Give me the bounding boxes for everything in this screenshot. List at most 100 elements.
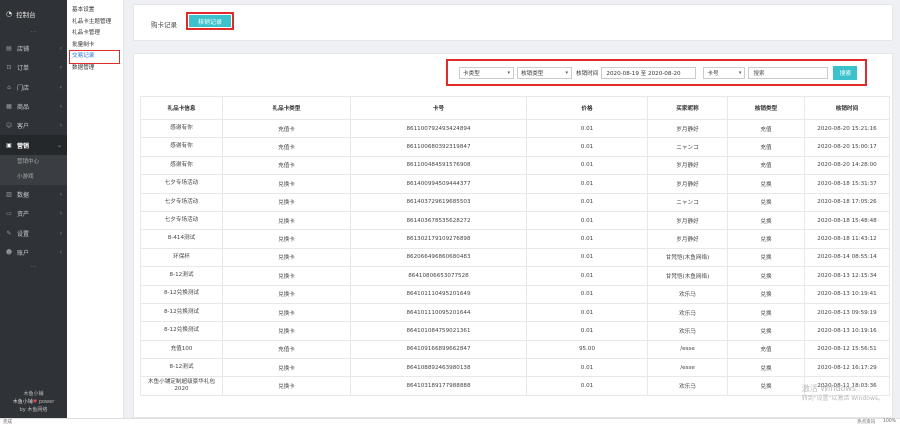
cell-card-no: 864108892463980138 — [350, 358, 527, 378]
cell-buyer: /esse — [647, 339, 728, 360]
cell-price: 0.01 — [526, 321, 648, 341]
chevron-left-icon: ‹ — [59, 45, 62, 53]
submenu-item-batch-make[interactable]: 批量制卡 — [67, 40, 123, 52]
sidebar-item-label: 客户 — [17, 123, 30, 131]
submenu-item-card-manage[interactable]: 礼品卡管理 — [67, 28, 123, 40]
cell-card-no: 861400994509444377 — [350, 174, 527, 194]
footer-power-line: 木鱼小铺♥ power — [0, 398, 67, 406]
cell-card-no: 864101110095201644 — [350, 302, 527, 323]
cell-card-type: 充值卡 — [222, 118, 351, 139]
card-type-select[interactable]: 卡类型 ▾ — [459, 66, 514, 79]
field-select[interactable]: 卡号 ▾ — [703, 66, 746, 79]
sidebar-item-assets[interactable]: ▭ 资产 ‹ — [0, 204, 67, 223]
cell-card-no: 862066496860680483 — [350, 247, 527, 268]
submenu-item-basic-settings[interactable]: 基本设置 — [67, 5, 123, 17]
cell-card-info: 感谢有你 — [140, 137, 223, 157]
col-header-buyer: 买家昵称 — [647, 96, 728, 120]
records-table: 礼品卡信息 礼品卡类型 卡号 价格 买家昵称 核销类型 核销时间 感谢有你 充值卡… — [140, 96, 890, 396]
cell-verify-time: 2020-08-20 14:28:00 — [804, 155, 890, 176]
sidebar-header[interactable]: ◔ 控制台 — [0, 0, 67, 27]
verify-type-select[interactable]: 核销类型 ▾ — [517, 66, 572, 79]
table-row: 8-12测试 兑换卡 864108892463980138 0.01/esse 兑换 20… — [140, 358, 890, 378]
chevron-left-icon: ‹ — [59, 122, 62, 130]
sidebar-item-orders[interactable]: ⊡ 订单 ‹ — [0, 58, 67, 77]
asset-icon: ▭ — [6, 210, 12, 218]
cell-card-type: 充值卡 — [222, 339, 351, 360]
sidebar-item-data[interactable]: ▥ 数据 ‹ — [0, 185, 67, 204]
sidebar-item-goods[interactable]: ▦ 商品 ‹ — [0, 97, 67, 116]
cart-icon: ⊡ — [6, 64, 12, 72]
cell-verify-type: 充值 — [727, 155, 805, 176]
sidebar-subitem-marketing-center[interactable]: 营销中心 — [0, 154, 67, 170]
cell-verify-time: 2020-08-13 10:19:16 — [804, 321, 890, 341]
tab-verify-records[interactable]: 核销记录 — [186, 12, 234, 30]
cell-buyer: 甘梵恺(木鱼网络) — [647, 266, 728, 286]
sidebar-item-label: 资产 — [17, 211, 30, 219]
cell-verify-type: 兑换 — [727, 266, 805, 286]
sidebar-subitem-mini-games[interactable]: 小游戏 — [0, 169, 67, 185]
date-range-input[interactable]: 2020-08-19 至 2020-08-20 — [601, 66, 697, 79]
sidebar-item-customers[interactable]: ☺ 客户 ‹ — [0, 116, 67, 135]
cell-verify-type: 兑换 — [727, 229, 805, 249]
cell-price: 0.01 — [526, 229, 648, 249]
status-text: 完成 — [3, 420, 12, 425]
cell-card-type: 兑换卡 — [222, 376, 351, 396]
sidebar-item-account[interactable]: ☻ 账户 ‹ — [0, 243, 67, 262]
status-zoom[interactable]: 100% — [883, 419, 896, 425]
search-button[interactable]: 搜索 — [833, 65, 858, 80]
windows-activation-watermark: 激活 Windows 转到"设置"以激活 Windows。 — [802, 384, 884, 404]
cell-buyer: 甘梵恺(木鱼网络) — [647, 247, 728, 268]
cell-verify-time: 2020-08-14 08:55:14 — [804, 247, 890, 268]
store-icon: ▤ — [6, 45, 12, 53]
cell-verify-type: 兑换 — [727, 358, 805, 378]
table-row: 七夕专场活动 兑换卡 861403678535628272 0.01 岁月静好 兑换 202… — [140, 210, 890, 231]
sidebar-header-label: 控制台 — [16, 10, 36, 19]
cell-card-info: 8-12兑换测试 — [140, 302, 223, 323]
sidebar-item-marketing[interactable]: ▣ 营销 ⌄ — [0, 135, 67, 155]
submenu-item-transactions[interactable]: 交易记录 — [69, 50, 120, 64]
cell-card-info: 8-12测试 — [140, 358, 223, 378]
status-news[interactable]: 热点资讯 — [857, 419, 875, 425]
cell-card-type: 充值卡 — [222, 155, 351, 176]
cell-buyer: 岁月静好 — [647, 210, 728, 231]
cell-verify-type: 充值 — [727, 118, 805, 139]
table-row: 七夕专场活动 兑换卡 861403729619685503 0.01 ニャンコ 兑换 202… — [140, 192, 890, 212]
chevron-left-icon: ‹ — [59, 229, 62, 237]
cell-card-info: 环保杯 — [140, 247, 223, 268]
caret-down-icon: ▾ — [565, 69, 568, 76]
cell-verify-type: 兑换 — [727, 376, 805, 396]
sidebar-item-label: 设置 — [17, 230, 30, 238]
sidebar-item-store[interactable]: ▤ 店铺 ‹ — [0, 39, 67, 58]
tab-purchase-records[interactable]: 购卡记录 — [151, 19, 177, 29]
cell-verify-type: 兑换 — [727, 284, 805, 304]
col-header-verify-time: 核销时间 — [804, 96, 890, 120]
tabs-card: 购卡记录 核销记录 — [133, 4, 893, 41]
table-row: 充值100 充值卡 864109166899662847 95.00/esse 充值 20… — [140, 339, 890, 360]
cell-buyer: 岁月静好 — [647, 174, 728, 194]
main-sidebar: ◔ 控制台 ··· ▤ 店铺 ‹ ⊡ 订单 ‹ ⌂ 门店 ‹ ▦ 商品 ‹ ☺ … — [0, 0, 67, 418]
cell-verify-time: 2020-08-18 11:43:12 — [804, 229, 890, 249]
cell-verify-type: 兑换 — [727, 247, 805, 268]
user-icon: ☺ — [5, 122, 13, 130]
cell-card-no: 861100484591576908 — [350, 155, 527, 176]
table-row: 感谢有你 充值卡 861100484591576908 0.01 岁月静好 充值 2020-… — [140, 155, 890, 176]
cell-buyer: 岁月静好 — [647, 155, 728, 176]
sidebar-item-settings[interactable]: ✎ 设置 ‹ — [0, 223, 67, 242]
cell-card-no: 864109166899662847 — [350, 339, 527, 360]
cell-verify-time: 2020-08-12 15:56:51 — [804, 339, 890, 360]
table-row: 8-414测试 兑换卡 861302179109276898 0.01 岁月静好 兑换 20… — [140, 229, 890, 249]
chevron-left-icon: ‹ — [59, 64, 62, 72]
search-input[interactable]: 搜索 — [748, 66, 829, 79]
cell-verify-type: 兑换 — [727, 321, 805, 341]
cell-card-info: 木鱼小铺定制超级豪华礼包2020 — [140, 376, 223, 396]
table-header-row: 礼品卡信息 礼品卡类型 卡号 价格 买家昵称 核销类型 核销时间 — [140, 96, 890, 120]
dashboard-icon: ◔ — [6, 9, 13, 18]
cell-buyer: ニャンコ — [647, 137, 728, 157]
cell-card-type: 充值卡 — [222, 137, 351, 157]
submenu-item-theme-manage[interactable]: 礼品卡主题管理 — [67, 17, 123, 29]
table-row: 8-12兑换测试 兑换卡 864101084759021361 0.01 欢乐马 兑换 20… — [140, 321, 890, 341]
submenu-item-data-manage[interactable]: 数据管理 — [67, 63, 123, 75]
cell-price: 0.01 — [526, 137, 648, 157]
sidebar-item-stores[interactable]: ⌂ 门店 ‹ — [0, 78, 67, 97]
sidebar-divider: ··· — [30, 263, 37, 271]
